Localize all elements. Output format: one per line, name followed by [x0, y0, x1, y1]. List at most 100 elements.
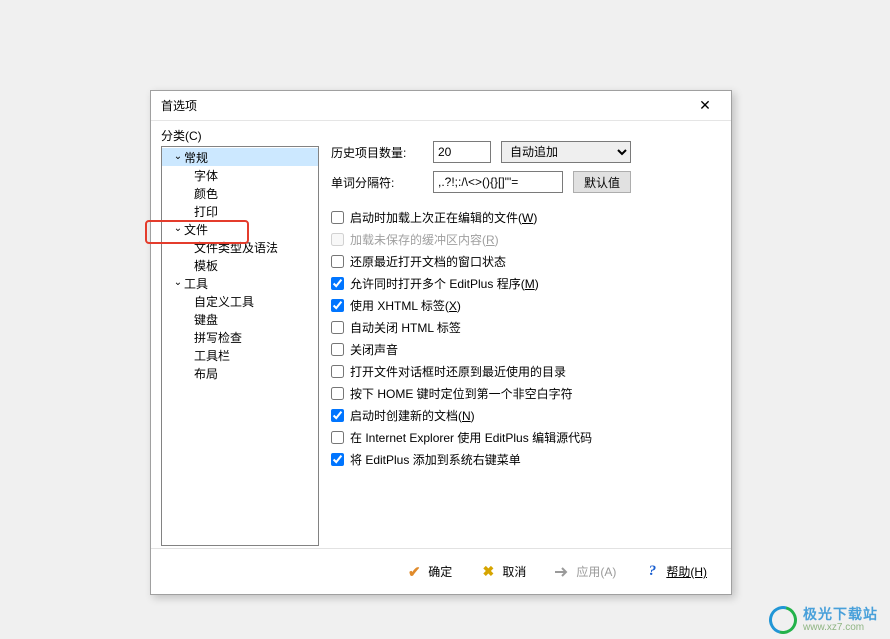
- word-sep-label: 单词分隔符:: [331, 174, 423, 191]
- checkbox-list: 启动时加载上次正在编辑的文件(W) 加载未保存的缓冲区内容(R) 还原最近打开文档的…: [331, 209, 721, 468]
- tree-item-keyboard[interactable]: 键盘: [162, 310, 318, 328]
- preferences-dialog: 首选项 ✕ 分类(C) ⌄常规 字体 颜色 打印 ⌄文件 文件类型及语法 模板 …: [150, 90, 732, 595]
- tree-label: 拼写检查: [194, 329, 242, 346]
- close-button[interactable]: ✕: [685, 93, 725, 119]
- tree-item-layout[interactable]: 布局: [162, 364, 318, 382]
- check-label: 将 EditPlus 添加到系统右键菜单: [350, 451, 521, 468]
- check-load_unsaved: 加载未保存的缓冲区内容(R): [331, 231, 721, 248]
- category-label: 分类(C): [161, 127, 319, 144]
- checkbox[interactable]: [331, 343, 344, 356]
- word-sep-input[interactable]: [433, 171, 563, 193]
- button-label: 确定: [428, 563, 452, 580]
- tree-item-file[interactable]: ⌄文件: [162, 220, 318, 238]
- tree-item-color[interactable]: 颜色: [162, 184, 318, 202]
- tree-label: 模板: [194, 257, 218, 274]
- history-input[interactable]: [433, 141, 491, 163]
- dialog-title: 首选项: [161, 97, 197, 114]
- tree-label: 文件类型及语法: [194, 239, 278, 256]
- tree-label: 颜色: [194, 185, 218, 202]
- check-new_doc[interactable]: 启动时创建新的文档(N): [331, 407, 721, 424]
- check-label: 按下 HOME 键时定位到第一个非空白字符: [350, 385, 573, 402]
- row-history: 历史项目数量: 自动追加: [331, 141, 721, 163]
- tree-item-custom-tools[interactable]: 自定义工具: [162, 292, 318, 310]
- ok-button[interactable]: ✔ 确定: [406, 563, 452, 580]
- check-label: 关闭声音: [350, 341, 398, 358]
- checkbox[interactable]: [331, 277, 344, 290]
- tree-label: 打印: [194, 203, 218, 220]
- tree-item-tools[interactable]: ⌄工具: [162, 274, 318, 292]
- tree-label: 布局: [194, 365, 218, 382]
- check-xhtml[interactable]: 使用 XHTML 标签(X): [331, 297, 721, 314]
- check-load_last[interactable]: 启动时加载上次正在编辑的文件(W): [331, 209, 721, 226]
- question-icon: ?: [644, 564, 660, 580]
- checkbox[interactable]: [331, 409, 344, 422]
- check-restore_state[interactable]: 还原最近打开文档的窗口状态: [331, 253, 721, 270]
- checkbox[interactable]: [331, 365, 344, 378]
- checkbox[interactable]: [331, 299, 344, 312]
- tree-label: 键盘: [194, 311, 218, 328]
- check-label: 加载未保存的缓冲区内容(R): [350, 231, 499, 248]
- tree-item-general[interactable]: ⌄常规: [162, 148, 318, 166]
- checkbox[interactable]: [331, 211, 344, 224]
- button-label: 取消: [502, 563, 526, 580]
- tree-label: 工具栏: [194, 347, 230, 364]
- category-panel: 分类(C) ⌄常规 字体 颜色 打印 ⌄文件 文件类型及语法 模板 ⌄工具 自定…: [161, 127, 319, 546]
- check-multi_instance[interactable]: 允许同时打开多个 EditPlus 程序(M): [331, 275, 721, 292]
- history-label: 历史项目数量:: [331, 144, 423, 161]
- chevron-down-icon: ⌄: [172, 151, 184, 162]
- check-restore_dir[interactable]: 打开文件对话框时还原到最近使用的目录: [331, 363, 721, 380]
- check-label: 还原最近打开文档的窗口状态: [350, 253, 506, 270]
- titlebar: 首选项 ✕: [151, 91, 731, 121]
- settings-panel: 历史项目数量: 自动追加 单词分隔符: 默认值 启动时加载上次正在编辑的文件(W…: [331, 127, 721, 546]
- tree-label: 工具: [184, 275, 208, 292]
- tree-label: 常规: [184, 149, 208, 166]
- chevron-down-icon: ⌄: [172, 223, 184, 234]
- check-label: 允许同时打开多个 EditPlus 程序(M): [350, 275, 539, 292]
- watermark: 极光下载站 www.xz7.com: [769, 606, 878, 634]
- check-label: 使用 XHTML 标签(X): [350, 297, 461, 314]
- check-ie_source[interactable]: 在 Internet Explorer 使用 EditPlus 编辑源代码: [331, 429, 721, 446]
- arrow-right-icon: [554, 564, 570, 580]
- check-context_menu[interactable]: 将 EditPlus 添加到系统右键菜单: [331, 451, 721, 468]
- tree-item-toolbar[interactable]: 工具栏: [162, 346, 318, 364]
- tree-label: 自定义工具: [194, 293, 254, 310]
- help-button[interactable]: ? 帮助(H): [644, 563, 707, 580]
- cancel-button[interactable]: ✖ 取消: [480, 563, 526, 580]
- check-label: 打开文件对话框时还原到最近使用的目录: [350, 363, 566, 380]
- checkbox[interactable]: [331, 387, 344, 400]
- button-label: 应用(A): [576, 563, 616, 580]
- tree-item-filetypes[interactable]: 文件类型及语法: [162, 238, 318, 256]
- tree-item-spell[interactable]: 拼写检查: [162, 328, 318, 346]
- button-bar: ✔ 确定 ✖ 取消 应用(A) ? 帮助(H): [151, 548, 731, 594]
- row-word-sep: 单词分隔符: 默认值: [331, 171, 721, 193]
- dialog-content: 分类(C) ⌄常规 字体 颜色 打印 ⌄文件 文件类型及语法 模板 ⌄工具 自定…: [161, 127, 721, 546]
- checkbox[interactable]: [331, 453, 344, 466]
- apply-button[interactable]: 应用(A): [554, 563, 616, 580]
- checkbox[interactable]: [331, 431, 344, 444]
- tree-item-font[interactable]: 字体: [162, 166, 318, 184]
- logo-icon: [764, 601, 802, 639]
- check-label: 自动关闭 HTML 标签: [350, 319, 461, 336]
- check-label: 在 Internet Explorer 使用 EditPlus 编辑源代码: [350, 429, 592, 446]
- watermark-cn: 极光下载站: [803, 607, 878, 622]
- category-tree[interactable]: ⌄常规 字体 颜色 打印 ⌄文件 文件类型及语法 模板 ⌄工具 自定义工具 键盘…: [161, 146, 319, 546]
- checkbox[interactable]: [331, 255, 344, 268]
- tree-item-templates[interactable]: 模板: [162, 256, 318, 274]
- cross-icon: ✖: [480, 564, 496, 580]
- tree-item-print[interactable]: 打印: [162, 202, 318, 220]
- auto-append-select[interactable]: 自动追加: [501, 141, 631, 163]
- chevron-down-icon: ⌄: [172, 277, 184, 288]
- close-icon: ✕: [699, 97, 711, 114]
- check-label: 启动时创建新的文档(N): [350, 407, 475, 424]
- watermark-url: www.xz7.com: [803, 622, 878, 633]
- default-button[interactable]: 默认值: [573, 171, 631, 193]
- check-icon: ✔: [406, 564, 422, 580]
- check-home_nonblank[interactable]: 按下 HOME 键时定位到第一个非空白字符: [331, 385, 721, 402]
- check-mute[interactable]: 关闭声音: [331, 341, 721, 358]
- checkbox[interactable]: [331, 321, 344, 334]
- watermark-text: 极光下载站 www.xz7.com: [803, 607, 878, 633]
- tree-label: 文件: [184, 221, 208, 238]
- check-auto_close_html[interactable]: 自动关闭 HTML 标签: [331, 319, 721, 336]
- tree-label: 字体: [194, 167, 218, 184]
- check-label: 启动时加载上次正在编辑的文件(W): [350, 209, 537, 226]
